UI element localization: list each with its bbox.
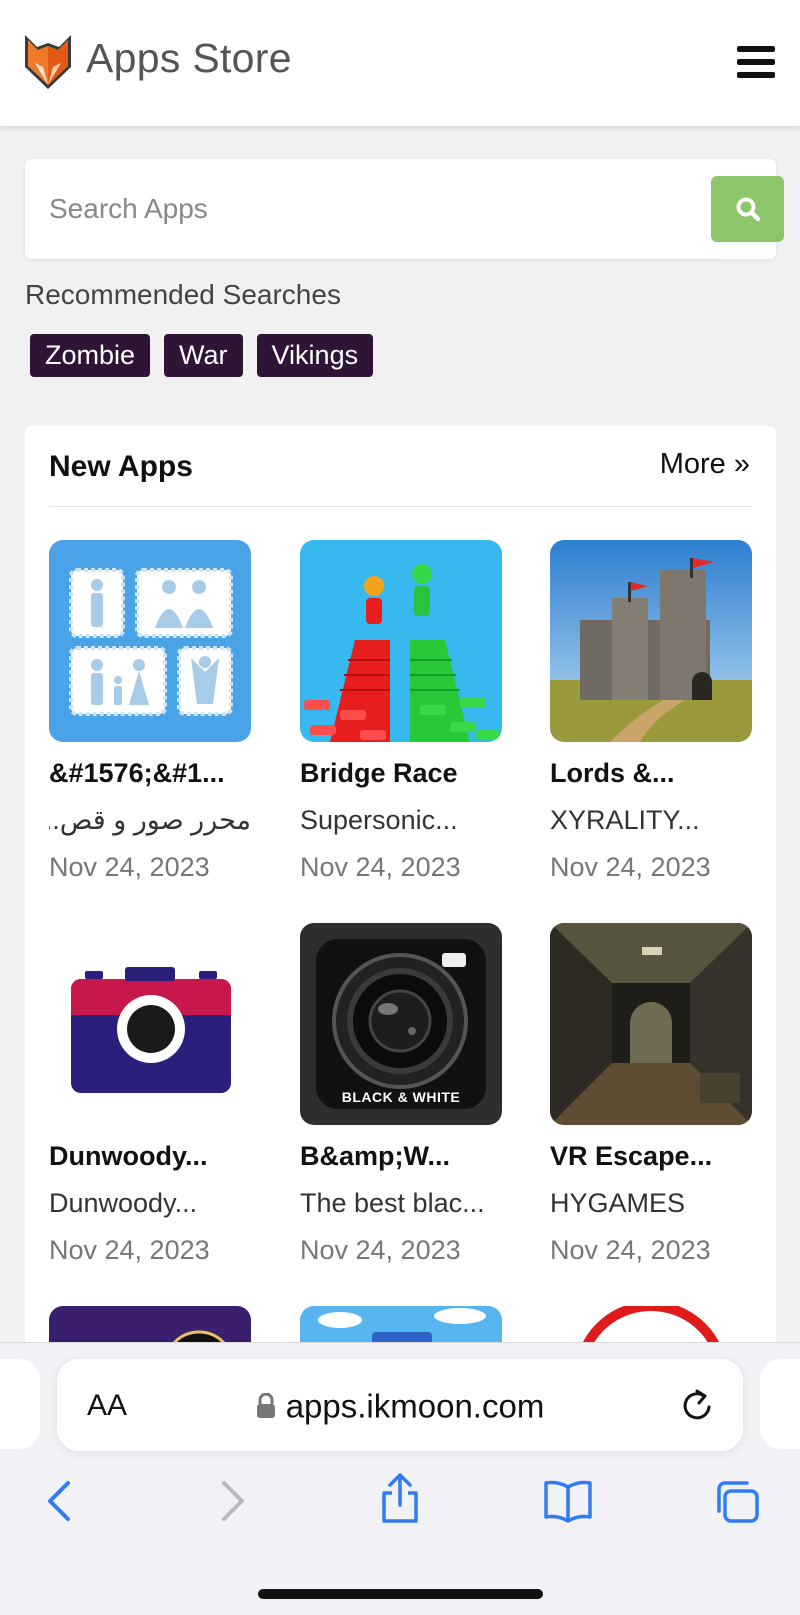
- app-date: Nov 24, 2023: [550, 852, 711, 882]
- search-button[interactable]: [711, 176, 784, 242]
- app-developer: Dunwoody...: [49, 1188, 198, 1218]
- app-card[interactable]: Bridge Race Supersonic... Nov 24, 2023: [300, 540, 502, 883]
- search-box: [25, 159, 784, 259]
- app-developer: The best blac...: [300, 1188, 485, 1218]
- section-title: New Apps: [49, 450, 193, 483]
- hamburger-menu-icon[interactable]: [737, 46, 775, 78]
- black-white-camera-lens-icon: BLACK & WHITE: [300, 923, 502, 1125]
- app-name: Bridge Race: [300, 758, 458, 788]
- app-date: Nov 24, 2023: [300, 852, 461, 882]
- lock-icon: [256, 1393, 275, 1419]
- app-developer: Supersonic...: [300, 805, 458, 835]
- app-date: Nov 24, 2023: [550, 1235, 711, 1265]
- app-card[interactable]: Lords &... XYRALITY... Nov 24, 2023: [550, 540, 752, 883]
- app-name: B&amp;W...: [300, 1141, 451, 1171]
- tag-zombie[interactable]: Zombie: [30, 334, 151, 377]
- fox-logo-icon[interactable]: [23, 31, 73, 93]
- site-header: Apps Store: [0, 0, 800, 126]
- browser-toolbar: AA apps.ikmoon.com: [0, 1342, 800, 1615]
- forward-icon[interactable]: [218, 1479, 248, 1523]
- reload-icon[interactable]: [681, 1387, 715, 1423]
- app-card[interactable]: BLACK & WHITE B&amp;W... The best blac..…: [300, 923, 502, 1266]
- tag-vikings[interactable]: Vikings: [256, 334, 374, 377]
- more-link[interactable]: More »: [660, 448, 750, 481]
- app-card[interactable]: VR Escape... HYGAMES Nov 24, 2023: [550, 923, 752, 1266]
- search-icon: [736, 197, 760, 222]
- bridge-race-icon: [300, 540, 502, 742]
- app-name: VR Escape...: [550, 1141, 713, 1171]
- app-developer: XYRALITY...: [550, 805, 700, 835]
- url-text: apps.ikmoon.com: [285, 1387, 545, 1425]
- app-name: Lords &...: [550, 758, 675, 788]
- family-photo-frames-icon: [49, 540, 251, 742]
- divider: [49, 506, 752, 507]
- back-icon[interactable]: [44, 1479, 74, 1523]
- camera-icon: [49, 923, 251, 1125]
- brand-title[interactable]: Apps Store: [86, 35, 292, 82]
- next-tab-preview[interactable]: [760, 1359, 800, 1449]
- app-card[interactable]: &#1576;&#1... محرر صور و قص... Nov 24, 2…: [49, 540, 251, 883]
- url-text-container: apps.ikmoon.com: [57, 1385, 743, 1425]
- app-date: Nov 24, 2023: [49, 1235, 210, 1265]
- recommended-searches-label: Recommended Searches: [25, 279, 341, 310]
- app-name: Dunwoody...: [49, 1141, 208, 1171]
- dark-corridor-icon: [550, 923, 752, 1125]
- bookmarks-icon[interactable]: [542, 1479, 594, 1523]
- recommended-tags: Zombie War Vikings: [30, 334, 374, 377]
- app-date: Nov 24, 2023: [49, 852, 210, 882]
- app-developer: محرر صور و قص...: [49, 805, 251, 835]
- app-name: &#1576;&#1...: [49, 758, 225, 788]
- app-developer: HYGAMES: [550, 1188, 686, 1218]
- address-bar[interactable]: AA apps.ikmoon.com: [57, 1359, 743, 1451]
- app-card[interactable]: Dunwoody... Dunwoody... Nov 24, 2023: [49, 923, 251, 1266]
- previous-tab-preview[interactable]: [0, 1359, 40, 1449]
- new-apps-card: New Apps More » &#1576;&#1... محرر صور و…: [25, 426, 776, 1386]
- castle-icon: [550, 540, 752, 742]
- tag-war[interactable]: War: [164, 334, 243, 377]
- bw-icon-label: BLACK & WHITE: [341, 1089, 461, 1105]
- share-icon[interactable]: [378, 1471, 422, 1525]
- home-indicator[interactable]: [258, 1589, 543, 1599]
- tabs-icon[interactable]: [713, 1479, 761, 1525]
- app-date: Nov 24, 2023: [300, 1235, 461, 1265]
- search-input[interactable]: [49, 185, 689, 233]
